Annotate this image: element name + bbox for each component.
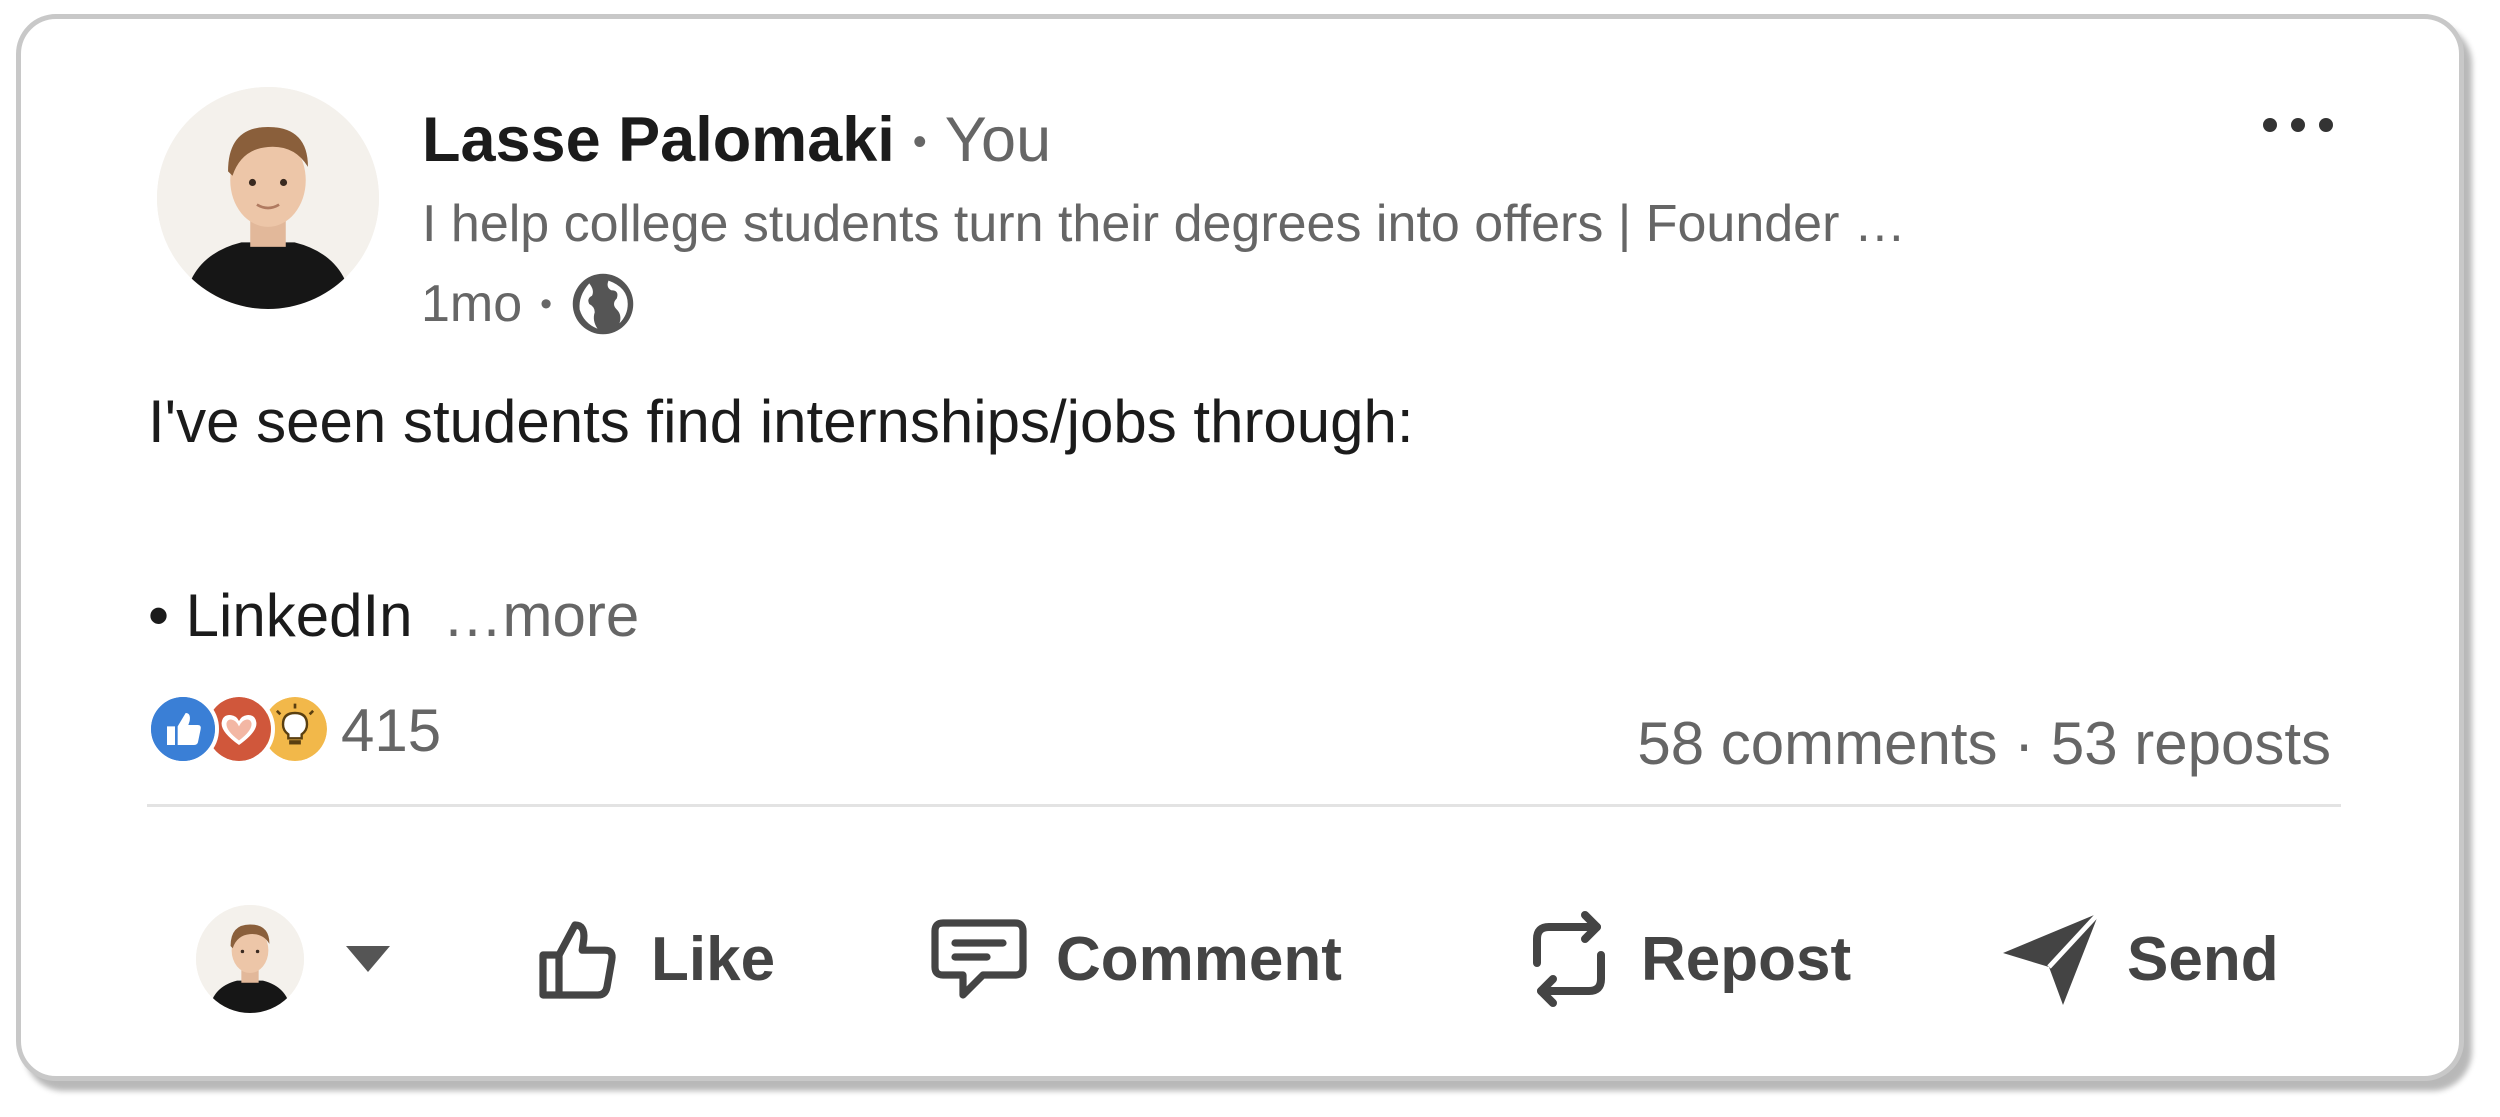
send-icon bbox=[2003, 911, 2101, 1005]
thumbs-up-icon bbox=[539, 921, 616, 999]
comment-button[interactable]: Comment bbox=[926, 879, 1342, 1039]
reaction-count: 415 bbox=[341, 696, 442, 764]
divider bbox=[147, 804, 2341, 807]
dot-separator: · bbox=[2014, 710, 2035, 777]
post-card: Lasse Palomaki • You I help college studen… bbox=[16, 14, 2464, 1081]
caret-down-icon bbox=[346, 946, 390, 972]
social-counts: 58 comments · 53 reposts bbox=[1637, 709, 2331, 778]
actor-avatar bbox=[196, 905, 304, 1013]
comment-icon bbox=[931, 919, 1027, 999]
reactions-summary[interactable]: 415 bbox=[147, 693, 441, 767]
action-bar: Like Comment Repost Send bbox=[21, 879, 2469, 1039]
author-avatar[interactable] bbox=[157, 87, 379, 309]
repost-icon bbox=[1533, 911, 1605, 1007]
send-label: Send bbox=[2127, 924, 2279, 994]
author-headline: I help college students turn their degre… bbox=[422, 195, 1906, 253]
see-more-link[interactable]: …more bbox=[443, 582, 640, 649]
send-button[interactable]: Send bbox=[1999, 879, 2279, 1039]
dot-separator: • bbox=[540, 284, 553, 323]
comments-count-link[interactable]: 58 comments bbox=[1637, 710, 1997, 777]
dot-separator: • bbox=[912, 120, 927, 164]
author-line: Lasse Palomaki • You bbox=[422, 105, 1051, 192]
repost-label: Repost bbox=[1641, 924, 1852, 994]
reaction-icons bbox=[147, 693, 333, 767]
person-photo-icon bbox=[196, 905, 304, 1013]
post-body-text: I've seen students find internships/jobs… bbox=[148, 388, 1414, 455]
like-label: Like bbox=[651, 924, 776, 994]
post-meta: 1mo • bbox=[421, 271, 636, 337]
like-button[interactable]: Like bbox=[531, 879, 775, 1039]
globe-icon bbox=[570, 271, 636, 337]
author-relation: You bbox=[944, 105, 1052, 175]
comment-label: Comment bbox=[1056, 924, 1342, 994]
author-name[interactable]: Lasse Palomaki bbox=[422, 105, 895, 175]
post-time: 1mo bbox=[421, 275, 523, 333]
person-photo-icon bbox=[157, 87, 379, 309]
actor-switcher-button[interactable] bbox=[196, 879, 390, 1039]
repost-button[interactable]: Repost bbox=[1521, 879, 1851, 1039]
post-bullet-line: • LinkedIn …more bbox=[148, 579, 639, 653]
bullet-item: • LinkedIn bbox=[148, 582, 413, 649]
like-reaction-icon bbox=[147, 693, 219, 765]
reposts-count-link[interactable]: 53 reposts bbox=[2051, 710, 2331, 777]
more-horizontal-icon bbox=[2263, 118, 2333, 132]
more-options-button[interactable] bbox=[2255, 105, 2341, 145]
